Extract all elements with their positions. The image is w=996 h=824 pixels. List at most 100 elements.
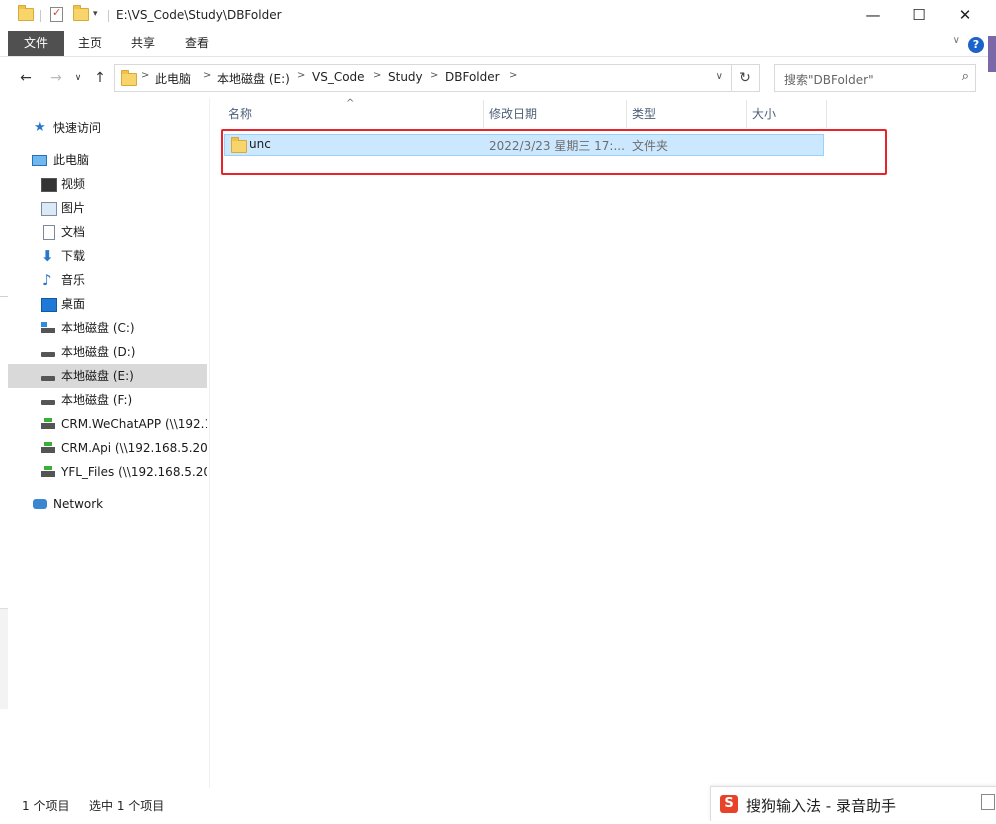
breadcrumb-separator[interactable]: > xyxy=(373,70,381,81)
item-count: 1 个项目 xyxy=(22,799,70,813)
column-header-size[interactable]: 大小 xyxy=(752,102,776,126)
nav-item-label: YFL_Files (\\192.168.5.208 xyxy=(61,465,207,479)
network-drive-icon xyxy=(41,442,55,453)
nav-item-desktop[interactable]: 桌面 xyxy=(8,292,207,316)
breadcrumb-separator[interactable]: > xyxy=(141,70,149,81)
window-title: E:\VS_Code\Study\DBFolder xyxy=(116,8,282,22)
nav-item-drive-c[interactable]: 本地磁盘 (C:) xyxy=(8,316,207,340)
background-window-edge xyxy=(0,608,8,709)
address-bar[interactable]: > 此电脑 > 本地磁盘 (E:) > VS_Code > Study > DB… xyxy=(114,64,732,92)
network-drive-icon xyxy=(41,466,55,477)
recent-locations-chevron-icon[interactable]: ∨ xyxy=(68,68,88,88)
search-input[interactable]: 搜索"DBFolder" ⌕ xyxy=(774,64,976,92)
nav-item-drive-d[interactable]: 本地磁盘 (D:) xyxy=(8,340,207,364)
nav-item-network[interactable]: Network xyxy=(8,492,207,516)
maximize-button[interactable]: ☐ xyxy=(896,0,942,31)
customize-toolbar-chevron-icon[interactable]: ▾ xyxy=(93,9,98,19)
background-window-edge xyxy=(0,296,8,297)
search-placeholder: 搜索"DBFolder" xyxy=(784,73,874,87)
tab-share[interactable]: 共享 xyxy=(116,31,170,56)
video-icon xyxy=(41,178,57,192)
nav-item-yfl-files[interactable]: YFL_Files (\\192.168.5.208 xyxy=(8,460,207,484)
column-divider[interactable] xyxy=(826,100,827,128)
breadcrumb-separator[interactable]: > xyxy=(203,70,211,81)
expand-ribbon-chevron-icon[interactable]: ∨ xyxy=(953,35,960,46)
nav-item-music[interactable]: ♪ 音乐 xyxy=(8,268,207,292)
column-header-type[interactable]: 类型 xyxy=(632,102,656,126)
close-button[interactable]: ✕ xyxy=(942,0,988,31)
breadcrumb-separator[interactable]: > xyxy=(297,70,305,81)
nav-item-label: 本地磁盘 (D:) xyxy=(61,345,136,359)
background-window-edge xyxy=(988,36,996,72)
nav-item-drive-f[interactable]: 本地磁盘 (F:) xyxy=(8,388,207,412)
nav-item-quick-access[interactable]: ★ 快速访问 xyxy=(8,116,207,140)
breadcrumb-this-pc[interactable]: 此电脑 xyxy=(155,70,191,87)
ime-restore-icon[interactable] xyxy=(981,794,995,810)
breadcrumb-vs-code[interactable]: VS_Code xyxy=(312,70,365,84)
ime-toolbar[interactable]: S 搜狗输入法 - 录音助手 xyxy=(710,786,996,821)
nav-item-this-pc[interactable]: 此电脑 xyxy=(8,148,207,172)
column-divider[interactable] xyxy=(626,100,627,128)
breadcrumb-dbfolder[interactable]: DBFolder xyxy=(445,70,500,84)
tab-home[interactable]: 主页 xyxy=(64,31,116,56)
desktop-icon xyxy=(41,298,57,312)
folder-icon xyxy=(18,5,34,21)
forward-button[interactable]: → xyxy=(46,68,66,88)
search-icon[interactable]: ⌕ xyxy=(962,69,969,84)
nav-item-label: 视频 xyxy=(61,177,86,191)
breadcrumb-separator[interactable]: > xyxy=(430,70,438,81)
pc-icon xyxy=(32,155,47,166)
breadcrumb-study[interactable]: Study xyxy=(388,70,423,84)
divider xyxy=(108,10,109,22)
network-drive-icon xyxy=(41,418,55,429)
breadcrumb-drive-e[interactable]: 本地磁盘 (E:) xyxy=(217,70,290,87)
column-header-name[interactable]: 名称 xyxy=(228,102,252,126)
folder-icon xyxy=(121,70,137,86)
drive-icon xyxy=(41,376,55,381)
nav-item-label: 桌面 xyxy=(61,297,86,311)
document-icon xyxy=(43,225,55,240)
back-button[interactable]: ← xyxy=(16,68,36,88)
nav-item-label: Network xyxy=(53,497,104,511)
file-list: ^ 名称 修改日期 类型 大小 unc 2022/3/23 星期三 17:...… xyxy=(210,98,996,788)
column-divider[interactable] xyxy=(483,100,484,128)
sort-ascending-icon: ^ xyxy=(346,98,355,109)
nav-item-label: 本地磁盘 (C:) xyxy=(61,321,135,335)
title-bar: ▾ E:\VS_Code\Study\DBFolder — ☐ ✕ xyxy=(0,0,996,31)
properties-icon[interactable] xyxy=(50,6,63,22)
help-icon[interactable]: ? xyxy=(968,37,984,53)
download-icon: ⬇ xyxy=(41,247,54,265)
refresh-button[interactable]: ↻ xyxy=(731,64,760,92)
nav-item-crm-api[interactable]: CRM.Api (\\192.168.5.206 xyxy=(8,436,207,460)
nav-item-crm-wechatapp[interactable]: CRM.WeChatAPP (\\192.1 xyxy=(8,412,207,436)
nav-item-label: 下载 xyxy=(61,249,86,263)
column-header-modified[interactable]: 修改日期 xyxy=(489,102,537,126)
breadcrumb-separator[interactable]: > xyxy=(509,70,517,81)
minimize-button[interactable]: — xyxy=(850,0,896,31)
nav-item-drive-e[interactable]: 本地磁盘 (E:) xyxy=(8,364,207,388)
selection-count: 选中 1 个项目 xyxy=(89,799,165,813)
nav-item-label: 本地磁盘 (F:) xyxy=(61,393,133,407)
ribbon-tabs: 文件 主页 共享 查看 ∨ ? xyxy=(0,31,996,57)
tab-file[interactable]: 文件 xyxy=(8,31,64,56)
picture-icon xyxy=(41,202,57,216)
sogou-logo-icon: S xyxy=(720,795,738,813)
address-dropdown-chevron-icon[interactable]: ∨ xyxy=(716,71,723,82)
tab-view[interactable]: 查看 xyxy=(170,31,224,56)
star-icon: ★ xyxy=(34,120,46,135)
nav-item-pictures[interactable]: 图片 xyxy=(8,196,207,220)
nav-item-downloads[interactable]: ⬇ 下载 xyxy=(8,244,207,268)
ime-title: 搜狗输入法 - 录音助手 xyxy=(746,797,896,815)
new-folder-icon[interactable] xyxy=(73,5,89,21)
nav-item-videos[interactable]: 视频 xyxy=(8,172,207,196)
nav-item-documents[interactable]: 文档 xyxy=(8,220,207,244)
nav-item-label: 本地磁盘 (E:) xyxy=(61,369,134,383)
divider xyxy=(40,10,41,22)
nav-item-label: 快速访问 xyxy=(53,121,102,135)
up-button[interactable]: ↑ xyxy=(90,68,110,88)
column-divider[interactable] xyxy=(746,100,747,128)
navigation-pane: ★ 快速访问 此电脑 视频 图片 文档 ⬇ 下载 ♪ 音乐 桌面 本地磁盘 (C… xyxy=(8,98,208,788)
nav-item-label: 文档 xyxy=(61,225,86,239)
drive-icon xyxy=(41,400,55,405)
music-icon: ♪ xyxy=(42,271,52,289)
